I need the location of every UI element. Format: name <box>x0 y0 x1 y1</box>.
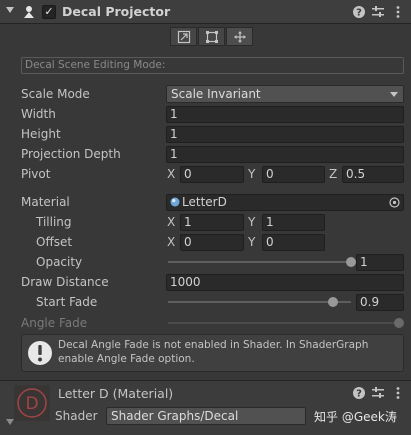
offset-x-field[interactable]: 0 <box>180 234 244 251</box>
scale-mode-value: Scale Invariant <box>171 87 261 101</box>
foldout-arrow-icon[interactable] <box>6 419 14 425</box>
presets-icon[interactable] <box>371 5 385 19</box>
shader-value: Shader Graphs/Decal <box>111 409 239 423</box>
edit-bounds-icon <box>177 30 191 44</box>
projection-depth-label: Projection Depth <box>21 147 121 161</box>
move-pivot-icon <box>234 31 246 43</box>
scale-mode-dropdown[interactable]: Scale Invariant <box>166 85 404 103</box>
opacity-slider-track[interactable] <box>168 261 351 263</box>
warning-text: Decal Angle Fade is not enabled in Shade… <box>58 339 369 365</box>
pivot-x-label[interactable]: X <box>167 167 175 181</box>
help-icon[interactable]: ? <box>352 386 366 400</box>
offset-label: Offset <box>36 235 73 249</box>
tiling-y-field[interactable]: 1 <box>262 214 325 231</box>
kebab-menu-icon[interactable] <box>391 386 405 400</box>
move-pivot-button[interactable] <box>226 27 253 46</box>
material-object-field[interactable]: LetterD <box>166 194 404 211</box>
draw-distance-label: Draw Distance <box>21 275 109 289</box>
pivot-y-field[interactable]: 0 <box>262 166 325 183</box>
scale-mode-label: Scale Mode <box>21 87 90 101</box>
tiling-x-field[interactable]: 1 <box>180 214 244 231</box>
shader-label: Shader <box>55 409 98 423</box>
scale-handles-icon <box>206 31 218 43</box>
angle-fade-slider-track <box>168 322 396 324</box>
width-field[interactable]: 1 <box>166 106 404 123</box>
material-title: Letter D (Material) <box>58 386 174 401</box>
start-fade-slider-track[interactable] <box>168 301 351 303</box>
height-label: Height <box>21 127 61 141</box>
shader-dropdown[interactable]: Shader Graphs/Decal <box>106 407 306 425</box>
svg-text:D: D <box>25 394 38 414</box>
presets-icon[interactable] <box>371 386 385 400</box>
angle-fade-slider-knob <box>394 318 404 328</box>
info-icon <box>28 341 52 365</box>
start-fade-field[interactable]: 0.9 <box>356 294 404 311</box>
tiling-y-label[interactable]: Y <box>248 215 255 229</box>
component-title: Decal Projector <box>62 4 171 19</box>
pivot-z-field[interactable]: 0.5 <box>342 166 404 183</box>
pivot-x-field[interactable]: 0 <box>180 166 244 183</box>
start-fade-slider-knob[interactable] <box>327 297 338 307</box>
tiling-x-label[interactable]: X <box>167 215 175 229</box>
decal-projector-icon <box>24 6 34 18</box>
start-fade-label: Start Fade <box>36 295 98 309</box>
offset-y-field[interactable]: 0 <box>262 234 325 251</box>
svg-text:?: ? <box>356 8 362 19</box>
angle-fade-warning: Decal Angle Fade is not enabled in Shade… <box>21 334 404 372</box>
scene-editing-mode-field: Decal Scene Editing Mode: <box>21 57 404 74</box>
scale-handles-button[interactable] <box>198 27 225 46</box>
foldout-arrow-icon[interactable] <box>6 7 14 13</box>
offset-y-label[interactable]: Y <box>248 235 255 249</box>
help-icon[interactable]: ? <box>352 5 366 19</box>
opacity-field[interactable]: 1 <box>356 254 404 271</box>
material-label: Material <box>21 195 70 209</box>
edit-bounds-button[interactable] <box>170 27 197 46</box>
material-value: LetterD <box>182 195 227 209</box>
kebab-menu-icon[interactable] <box>391 5 405 19</box>
material-section: D Letter D (Material) ? Shader Shader Gr… <box>0 380 411 435</box>
pivot-label: Pivot <box>21 167 51 181</box>
opacity-label: Opacity <box>36 255 83 269</box>
draw-distance-field[interactable]: 1000 <box>166 274 404 291</box>
opacity-slider-knob[interactable] <box>346 257 356 267</box>
offset-x-label[interactable]: X <box>167 235 175 249</box>
pivot-y-label[interactable]: Y <box>248 167 255 181</box>
tiling-label: Tilling <box>36 215 72 229</box>
object-picker-icon[interactable] <box>389 197 400 208</box>
component-header[interactable]: ✓ Decal Projector ? <box>0 0 411 24</box>
watermark-text: 知乎 @Geek涛 <box>314 410 397 424</box>
height-field[interactable]: 1 <box>166 126 404 143</box>
angle-fade-label: Angle Fade <box>21 316 88 330</box>
chevron-down-icon <box>390 92 398 97</box>
projection-depth-field[interactable]: 1 <box>166 146 404 163</box>
material-sphere-icon <box>170 197 180 207</box>
pivot-z-label[interactable]: Z <box>329 167 337 181</box>
material-preview-icon: D <box>14 385 50 421</box>
component-enabled-checkbox[interactable]: ✓ <box>42 5 56 19</box>
width-label: Width <box>21 107 56 121</box>
svg-text:?: ? <box>356 389 362 400</box>
